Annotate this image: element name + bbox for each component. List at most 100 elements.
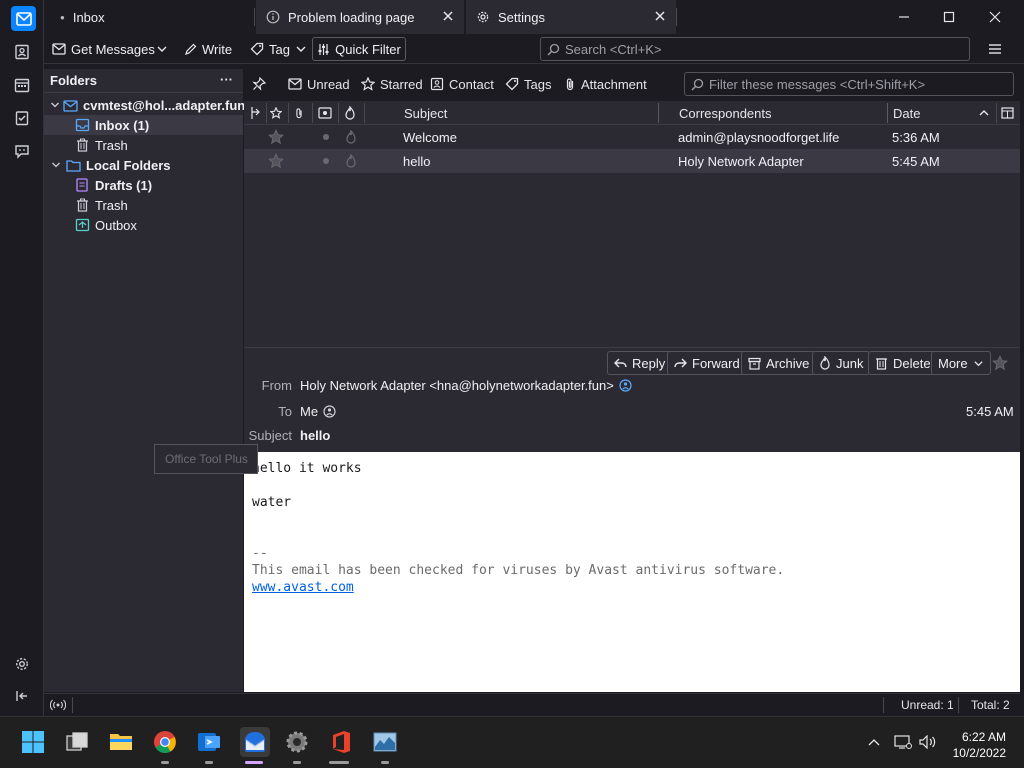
message-time: 5:45 AM — [966, 404, 1014, 419]
chevron-down-icon[interactable] — [50, 100, 60, 110]
archive-button[interactable]: Archive — [741, 351, 817, 375]
inbox-icon — [74, 117, 90, 133]
envelope-icon — [288, 78, 302, 90]
table-row[interactable]: Welcome admin@playsnoodforget.life 5:36 … — [244, 125, 1020, 149]
contact-circle-icon[interactable] — [619, 379, 632, 392]
starred-filter-button[interactable]: Starred — [361, 74, 423, 94]
tag-button[interactable]: Tag — [246, 37, 311, 61]
filter-messages-input[interactable]: Filter these messages <Ctrl+Shift+K> — [684, 72, 1014, 96]
tab-problem-loading[interactable]: Problem loading page — [256, 0, 464, 34]
local-folders-row[interactable]: Local Folders — [44, 155, 243, 175]
resource-monitor-icon[interactable] — [372, 729, 398, 755]
chat-icon[interactable] — [10, 139, 34, 163]
tab-settings[interactable]: Settings — [466, 0, 676, 34]
junk-column-icon[interactable] — [344, 101, 356, 125]
file-explorer-icon[interactable] — [108, 729, 134, 755]
delete-label: Delete — [893, 355, 931, 371]
contact-circle-icon[interactable] — [323, 405, 336, 418]
settings-gear-icon[interactable] — [10, 652, 34, 676]
settings-app-icon[interactable] — [284, 729, 310, 755]
close-icon[interactable] — [654, 10, 666, 22]
unread-filter-button[interactable]: Unread — [288, 74, 350, 94]
sticky-pin-button[interactable] — [252, 74, 266, 94]
calendar-icon[interactable] — [10, 73, 34, 97]
task-view-icon[interactable] — [64, 729, 90, 755]
maximize-icon[interactable] — [938, 6, 960, 28]
from-address: Holy Network Adapter <hna@holynetworkada… — [300, 378, 614, 393]
folder-outbox[interactable]: Outbox — [44, 215, 243, 235]
connection-status-icon[interactable] — [50, 698, 66, 712]
system-clock[interactable]: 6:22 AM 10/2/2022 — [953, 729, 1006, 761]
correspondents-column-header[interactable]: Correspondents — [679, 101, 772, 125]
to-value[interactable]: Me — [300, 404, 336, 419]
star-column-icon[interactable] — [270, 101, 282, 125]
address-book-icon[interactable] — [10, 40, 34, 64]
date-column-header[interactable]: Date — [893, 101, 920, 125]
delete-button[interactable]: Delete — [868, 351, 938, 375]
read-status-column-icon[interactable] — [318, 101, 332, 125]
subject-value: hello — [300, 428, 331, 443]
read-dot-icon[interactable] — [322, 125, 330, 149]
tasks-icon[interactable] — [10, 106, 34, 130]
write-button[interactable]: Write — [180, 37, 236, 61]
unread-label: Unread — [307, 76, 350, 92]
window-close-icon[interactable] — [984, 6, 1006, 28]
junk-status-icon[interactable] — [345, 149, 357, 173]
starred-label: Starred — [380, 76, 423, 92]
star-icon[interactable] — [268, 125, 284, 149]
chrome-icon[interactable] — [152, 729, 178, 755]
chevron-down-icon — [156, 43, 168, 55]
attachment-filter-button[interactable]: Attachment — [564, 74, 647, 94]
folder-menu-button[interactable]: ··· — [220, 72, 233, 87]
folder-inbox[interactable]: Inbox (1) — [44, 115, 243, 135]
message-correspondent: admin@playsnoodforget.life — [678, 129, 840, 145]
more-button[interactable]: More — [931, 351, 991, 375]
forward-button[interactable]: Forward — [667, 351, 747, 375]
table-row[interactable]: hello Holy Network Adapter 5:45 AM — [244, 149, 1020, 173]
folder-drafts[interactable]: Drafts (1) — [44, 175, 243, 195]
minimize-icon[interactable] — [893, 6, 915, 28]
mail-space-icon[interactable] — [11, 6, 36, 31]
running-indicator — [205, 761, 213, 764]
search-input[interactable]: Search <Ctrl+K> — [540, 37, 970, 61]
remote-desktop-icon[interactable] — [196, 729, 222, 755]
folder-label: Trash — [95, 137, 128, 153]
avast-link[interactable]: www.avast.com — [252, 580, 354, 595]
star-icon[interactable] — [992, 355, 1008, 371]
read-dot-icon[interactable] — [322, 149, 330, 173]
junk-label: Junk — [836, 355, 864, 371]
junk-status-icon[interactable] — [345, 125, 357, 149]
junk-button[interactable]: Junk — [812, 351, 871, 375]
trash-icon — [74, 137, 90, 153]
pencil-icon — [184, 43, 197, 56]
reply-button[interactable]: Reply — [607, 351, 673, 375]
tab-inbox[interactable]: ● Inbox — [44, 0, 254, 34]
tags-filter-button[interactable]: Tags — [505, 74, 551, 94]
folder-local-trash[interactable]: Trash — [44, 195, 243, 215]
account-row[interactable]: cvmtest@hol...adapter.fun — [44, 95, 245, 115]
app-menu-button[interactable] — [984, 37, 1006, 61]
from-value[interactable]: Holy Network Adapter <hna@holynetworkada… — [300, 378, 632, 393]
chevron-down-icon[interactable] — [50, 160, 62, 170]
folder-trash[interactable]: Trash — [44, 135, 243, 155]
quick-filter-button[interactable]: Quick Filter — [312, 37, 406, 61]
windows-start-icon[interactable] — [20, 729, 46, 755]
chevron-up-icon[interactable] — [868, 737, 880, 747]
close-icon[interactable] — [442, 10, 454, 22]
star-icon[interactable] — [268, 149, 284, 173]
get-messages-dropdown[interactable] — [152, 37, 172, 61]
collapse-spaces-icon[interactable] — [10, 684, 34, 708]
tab-label: Inbox — [72, 9, 105, 25]
subject-column-header[interactable]: Subject — [404, 101, 447, 125]
network-icon[interactable] — [894, 734, 912, 750]
attachment-column-icon[interactable] — [294, 101, 304, 125]
pin-icon — [252, 77, 266, 91]
thunderbird-icon[interactable] — [240, 727, 270, 757]
volume-icon[interactable] — [919, 735, 937, 749]
thread-column-icon[interactable] — [250, 101, 262, 125]
get-messages-button[interactable]: Get Messages — [48, 37, 159, 61]
column-picker-icon[interactable] — [1001, 101, 1014, 125]
subject-label: Subject — [248, 428, 292, 443]
office-icon[interactable] — [328, 729, 354, 755]
contact-filter-button[interactable]: Contact — [430, 74, 494, 94]
